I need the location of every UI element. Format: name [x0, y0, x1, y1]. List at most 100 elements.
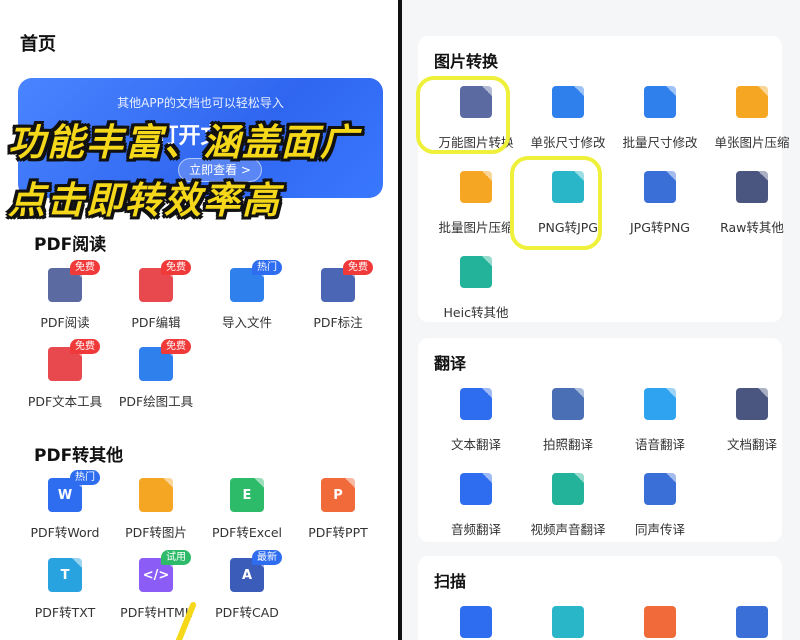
- tool-label: 单张图片压缩: [714, 135, 790, 150]
- tool-item[interactable]: A 最新 PDF转CAD: [202, 550, 292, 621]
- draw-icon: 免费: [139, 339, 191, 381]
- badge: 热门: [70, 470, 100, 485]
- scan-card: 扫描: [418, 556, 782, 640]
- tool-label: PDF转Excel: [212, 525, 282, 540]
- scan-image-icon: [552, 606, 584, 638]
- tool-label: 音频翻译: [450, 522, 501, 537]
- scan-tool-2[interactable]: [520, 606, 616, 638]
- scan-tool-4[interactable]: [704, 606, 800, 638]
- icon-glyph: E: [242, 487, 252, 503]
- tool-item[interactable]: Raw转其他: [704, 171, 800, 236]
- tool-item[interactable]: 视频声音翻译: [520, 473, 616, 538]
- tool-label: PDF转Word: [30, 525, 100, 540]
- tool-item[interactable]: P PDF转PPT: [293, 478, 383, 541]
- tool-item[interactable]: 免费 PDF绘图工具: [111, 339, 201, 410]
- tool-label: Raw转其他: [720, 220, 784, 235]
- banner-subtitle: 其他APP的文档也可以轻松导入: [117, 96, 284, 110]
- video-icon: [552, 473, 584, 505]
- tool-label: PDF标注: [313, 315, 363, 330]
- tool-item[interactable]: 拍照翻译: [520, 388, 616, 453]
- html-icon: </> 试用: [139, 550, 191, 592]
- tool-item[interactable]: 免费 PDF阅读: [20, 260, 110, 331]
- doc-translate-icon: [736, 388, 768, 420]
- tool-item[interactable]: 文档翻译: [704, 388, 800, 453]
- tool-item[interactable]: E PDF转Excel: [202, 478, 292, 541]
- batch-resize-icon: [644, 86, 676, 118]
- import-icon: 热门: [230, 260, 282, 302]
- badge: 试用: [161, 550, 191, 565]
- text-translate-icon: [460, 388, 492, 420]
- tool-item[interactable]: 免费 PDF标注: [293, 260, 383, 331]
- badge: 免费: [343, 260, 373, 275]
- tool-item[interactable]: 同声传译: [612, 473, 708, 538]
- left-panel: 首页 其他APP的文档也可以轻松导入 打开文件 立即查看 > 功能丰富、涵盖面广…: [0, 0, 398, 640]
- promo-overlay-line2: 点击即转效率高: [8, 179, 281, 222]
- pin-icon: 免费: [321, 260, 373, 302]
- camera-icon: [552, 388, 584, 420]
- tool-label: PDF绘图工具: [118, 394, 194, 409]
- scan-title: 扫描: [434, 572, 467, 591]
- batch-compress-icon: [460, 171, 492, 203]
- pdf-read-title: PDF阅读: [34, 235, 107, 255]
- badge: 免费: [161, 339, 191, 354]
- tool-item[interactable]: JPG转PNG: [612, 171, 708, 236]
- tool-label: 同声传译: [634, 522, 685, 537]
- tool-label: PDF转TXT: [34, 605, 96, 620]
- pdf-convert-title: PDF转其他: [34, 446, 124, 466]
- tool-label: 视频声音翻译: [530, 522, 606, 537]
- tool-item[interactable]: 文本翻译: [428, 388, 524, 453]
- icon-glyph: T: [60, 567, 70, 583]
- word-icon: W 热门: [48, 470, 100, 512]
- jpg-png-icon: [644, 171, 676, 203]
- scan-tool-1[interactable]: [428, 606, 524, 638]
- tool-label: PDF编辑: [131, 315, 181, 330]
- promo-overlay-line1: 功能丰富、涵盖面广: [8, 121, 359, 164]
- tool-item[interactable]: 单张尺寸修改: [520, 86, 616, 151]
- tool-label: 文本翻译: [450, 437, 501, 452]
- tool-item[interactable]: 单张图片压缩: [704, 86, 800, 151]
- scan-tool-3[interactable]: [612, 606, 708, 638]
- badge: 热门: [252, 260, 282, 275]
- edit-doc-icon: 免费: [139, 260, 191, 302]
- translate-title: 翻译: [434, 354, 467, 373]
- simultaneous-icon: [644, 473, 676, 505]
- tool-label: 语音翻译: [634, 437, 685, 452]
- highlight-universal-convert: [416, 76, 510, 154]
- scan-layers-icon: [736, 606, 768, 638]
- tool-item[interactable]: W 热门 PDF转Word: [20, 470, 110, 541]
- translate-card: 翻译 文本翻译 拍照翻译 语音翻译 文档翻译音频翻译 视频声音翻译 同声传译: [418, 338, 782, 542]
- tool-item[interactable]: 免费 PDF编辑: [111, 260, 201, 331]
- tool-label: 文档翻译: [726, 437, 777, 452]
- tool-label: 拍照翻译: [542, 437, 593, 452]
- image-icon: [139, 478, 173, 512]
- badge: 最新: [252, 550, 282, 565]
- image-convert-title: 图片转换: [434, 52, 499, 71]
- highlight-png-to-jpg: [510, 156, 602, 250]
- icon-glyph: P: [333, 487, 343, 503]
- audio-icon: [460, 473, 492, 505]
- tool-label: JPG转PNG: [630, 220, 690, 235]
- tool-label: PDF转图片: [125, 525, 187, 540]
- tool-item[interactable]: Heic转其他: [428, 256, 524, 321]
- tool-item[interactable]: 音频翻译: [428, 473, 524, 538]
- tool-label: 单张尺寸修改: [530, 135, 606, 150]
- compress-icon: [736, 86, 768, 118]
- badge: 免费: [161, 260, 191, 275]
- right-panel: 图片转换 万能图片转换 单张尺寸修改 批量尺寸修改 单张图片压缩 批量图片压缩 PNG转J…: [402, 0, 800, 640]
- tool-item[interactable]: 批量尺寸修改: [612, 86, 708, 151]
- scan-doc-icon: [644, 606, 676, 638]
- tool-item[interactable]: 语音翻译: [612, 388, 708, 453]
- badge: 免费: [70, 339, 100, 354]
- resize-icon: [552, 86, 584, 118]
- tool-item[interactable]: 免费 PDF文本工具: [20, 339, 110, 410]
- badge: 免费: [70, 260, 100, 275]
- ppt-icon: P: [321, 478, 355, 512]
- tool-item[interactable]: PDF转图片: [111, 478, 201, 541]
- tool-item[interactable]: T PDF转TXT: [20, 558, 110, 621]
- heic-icon: [460, 256, 492, 288]
- tool-item[interactable]: 热门 导入文件: [202, 260, 292, 331]
- tool-label: Heic转其他: [443, 305, 509, 320]
- raw-icon: [736, 171, 768, 203]
- scan-id-icon: [460, 606, 492, 638]
- tool-label: PDF阅读: [40, 315, 90, 330]
